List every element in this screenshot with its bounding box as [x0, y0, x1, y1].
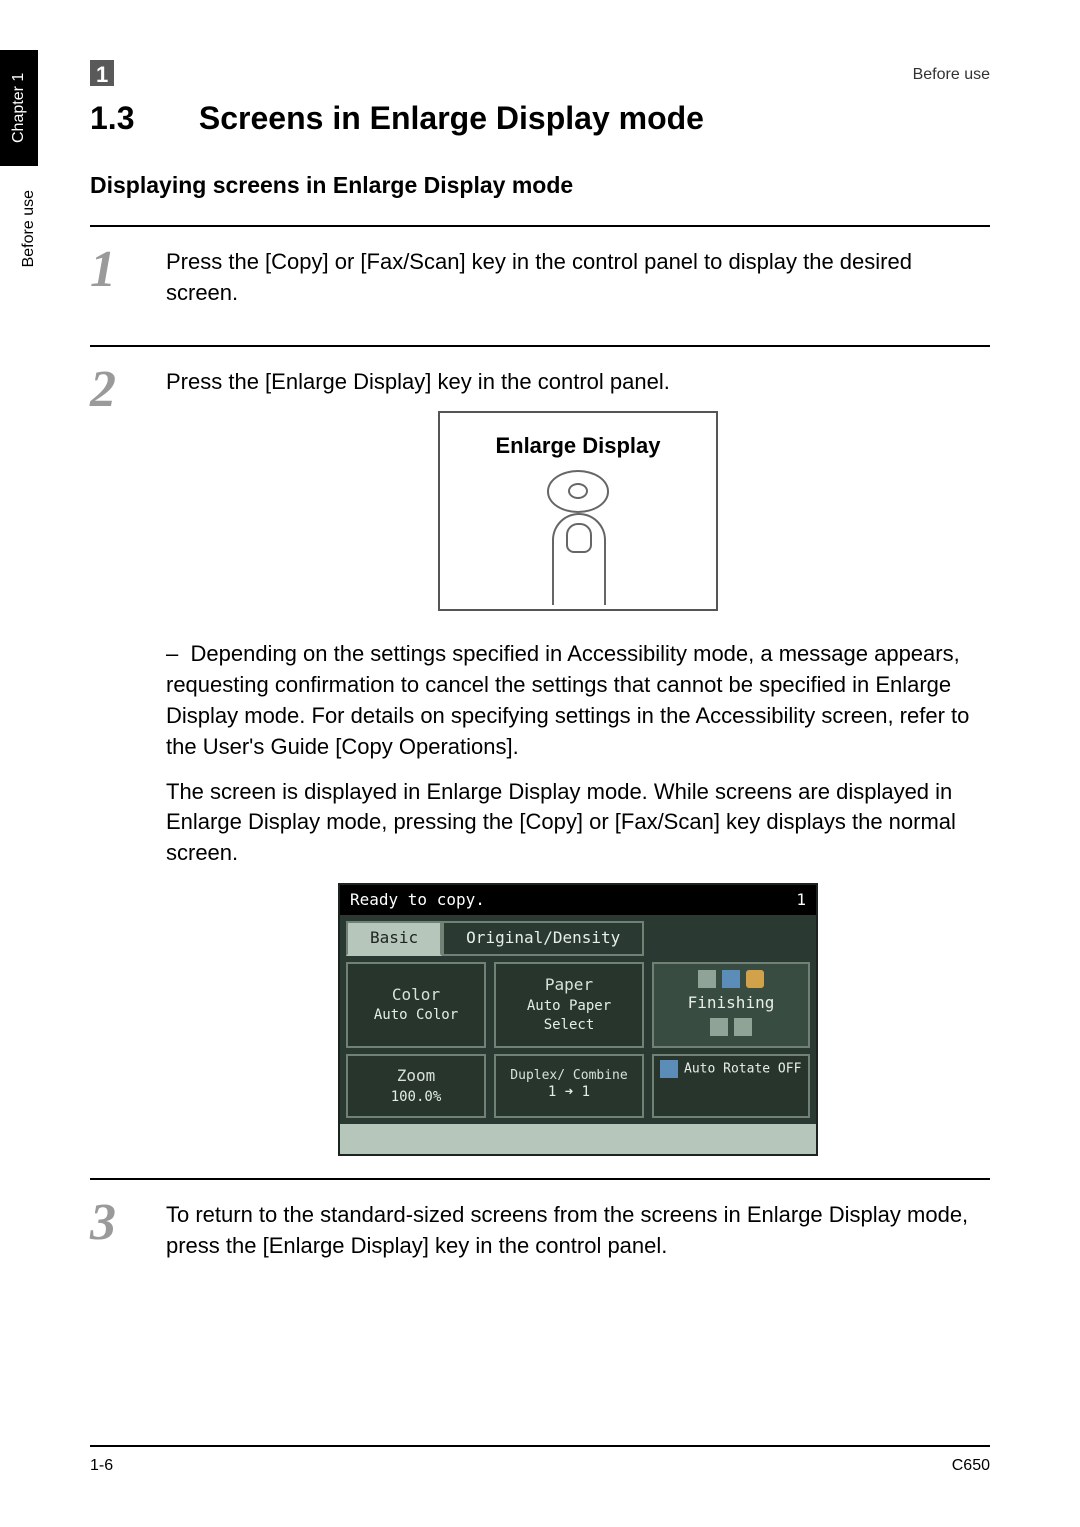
- lcd-copy-count: 1: [796, 889, 806, 911]
- note-text: Depending on the settings specified in A…: [166, 641, 969, 758]
- auto-rotate-icon: [660, 1060, 678, 1078]
- btn-color-title: Color: [354, 984, 478, 1006]
- header-section-chip: 1: [90, 60, 114, 86]
- enlarge-display-key-figure: Enlarge Display: [438, 411, 718, 611]
- btn-color[interactable]: Color Auto Color: [346, 962, 486, 1048]
- lcd-status: Ready to copy.: [350, 889, 485, 911]
- btn-color-value: Auto Color: [354, 1006, 478, 1026]
- step-number: 2: [90, 367, 150, 1157]
- step-2-note: – Depending on the settings specified in…: [166, 639, 990, 762]
- btn-paper[interactable]: Paper Auto Paper Select: [494, 962, 644, 1048]
- btn-zoom[interactable]: Zoom 100.0%: [346, 1054, 486, 1118]
- punch-icon: [722, 970, 740, 988]
- section-title-text: Screens in Enlarge Display mode: [199, 100, 704, 136]
- step-1-text: Press the [Copy] or [Fax/Scan] key in th…: [166, 247, 990, 309]
- finger-press-icon: [528, 503, 628, 600]
- header-running-head: Before use: [913, 64, 990, 86]
- step-3-text: To return to the standard-sized screens …: [166, 1200, 990, 1262]
- sort-icon: [710, 1018, 728, 1036]
- copier-lcd: Ready to copy. 1 Basic Original/Density …: [338, 883, 818, 1156]
- btn-paper-title: Paper: [502, 974, 636, 996]
- step-number: 3: [90, 1200, 150, 1276]
- group-icon: [734, 1018, 752, 1036]
- step-2-after: The screen is displayed in Enlarge Displ…: [166, 777, 990, 869]
- enlarge-display-button-icon: [547, 470, 609, 513]
- btn-duplex-title: Duplex/ Combine: [502, 1069, 636, 1083]
- footer-model: C650: [952, 1455, 990, 1477]
- btn-duplex-combine[interactable]: Duplex/ Combine 1 ➜ 1: [494, 1054, 644, 1118]
- btn-auto-rotate[interactable]: Auto Rotate OFF: [652, 1054, 810, 1118]
- side-chapter-tab: Chapter 1: [0, 50, 38, 166]
- btn-zoom-title: Zoom: [354, 1065, 478, 1087]
- step-1: 1 Press the [Copy] or [Fax/Scan] key in …: [90, 225, 990, 323]
- section-number: 1.3: [90, 96, 190, 141]
- section-title: 1.3 Screens in Enlarge Display mode: [90, 96, 990, 141]
- tab-basic[interactable]: Basic: [346, 921, 442, 955]
- btn-zoom-value: 100.0%: [354, 1088, 478, 1108]
- step-2: 2 Press the [Enlarge Display] key in the…: [90, 345, 990, 1157]
- tab-original-density[interactable]: Original/Density: [442, 921, 644, 955]
- footer-page-number: 1-6: [90, 1455, 113, 1477]
- enlarge-display-key-label: Enlarge Display: [495, 431, 660, 462]
- btn-paper-value: Auto Paper Select: [502, 997, 636, 1036]
- btn-finishing[interactable]: Finishing: [652, 962, 810, 1048]
- step-number: 1: [90, 247, 150, 323]
- fold-icon: [746, 970, 764, 988]
- step-2-text: Press the [Enlarge Display] key in the c…: [166, 367, 990, 398]
- staple-icon: [698, 970, 716, 988]
- note-dash: –: [166, 641, 178, 666]
- lcd-footer-area: [340, 1124, 816, 1154]
- subsection-title: Displaying screens in Enlarge Display mo…: [90, 169, 990, 201]
- btn-duplex-value: 1 ➜ 1: [502, 1083, 636, 1103]
- btn-finishing-label: Finishing: [688, 993, 775, 1012]
- side-running-head: Before use: [18, 190, 40, 267]
- btn-auto-rotate-label: Auto Rotate OFF: [684, 1062, 801, 1077]
- step-3: 3 To return to the standard-sized screen…: [90, 1178, 990, 1276]
